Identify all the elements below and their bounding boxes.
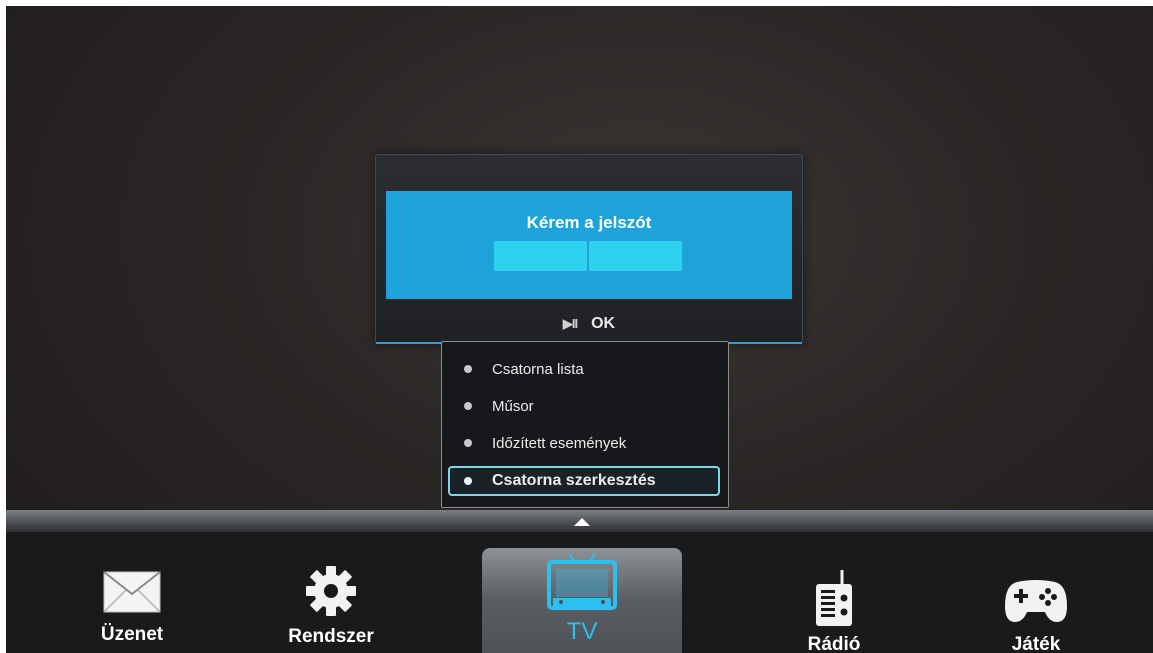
tv-icon [547, 553, 617, 610]
up-arrow-icon [574, 518, 590, 526]
menu-item-csatorna-lista[interactable]: Csatorna lista [448, 354, 720, 384]
bullet-icon [464, 402, 472, 410]
nav-label: TV [566, 618, 598, 645]
nav-item-uzenet[interactable]: Üzenet [52, 532, 212, 646]
bullet-icon [464, 365, 472, 373]
bullet-icon [464, 439, 472, 447]
menu-item-musor[interactable]: Műsor [448, 391, 720, 421]
menu-item-label: Csatorna szerkesztés [492, 472, 656, 489]
nav-label: Rádió [807, 634, 861, 653]
password-segment-1[interactable] [494, 241, 587, 271]
nav-item-radio[interactable]: Rádió [754, 532, 914, 653]
gear-icon [306, 566, 356, 616]
tv-screen: Kérem a jelszót ▶II OK Csatorna lista Mű… [6, 6, 1153, 653]
password-prompt: Kérem a jelszót [526, 213, 652, 232]
gamepad-icon [1005, 580, 1067, 622]
menu-item-label: Időzített események [492, 434, 627, 452]
password-dialog: Kérem a jelszót ▶II OK [375, 154, 803, 344]
dialog-footer: ▶II OK [376, 309, 802, 339]
tv-submenu: Csatorna lista Műsor Időzített események… [441, 341, 729, 508]
password-input[interactable] [494, 241, 682, 271]
password-segment-2[interactable] [589, 241, 682, 271]
nav-label: Rendszer [288, 626, 374, 647]
menu-item-label: Műsor [492, 397, 534, 415]
nav-label: Üzenet [100, 624, 164, 645]
nav-item-rendszer[interactable]: Rendszer [251, 532, 411, 648]
envelope-icon [103, 571, 161, 613]
password-panel: Kérem a jelszót [386, 191, 792, 299]
nav-item-jatek[interactable]: Játék [956, 532, 1116, 653]
radio-icon [816, 570, 852, 626]
nav-label: Játék [1011, 634, 1061, 653]
nav-item-tv[interactable]: TV [482, 548, 682, 653]
play-pause-icon: ▶II [562, 316, 578, 331]
menu-item-label: Csatorna lista [492, 360, 584, 378]
ok-button[interactable]: OK [591, 315, 615, 333]
menu-item-csatorna-szerkesztes[interactable]: Csatorna szerkesztés [448, 466, 720, 496]
bullet-icon [464, 477, 472, 485]
menu-item-idozitett-esemenyek[interactable]: Időzített események [448, 428, 720, 458]
